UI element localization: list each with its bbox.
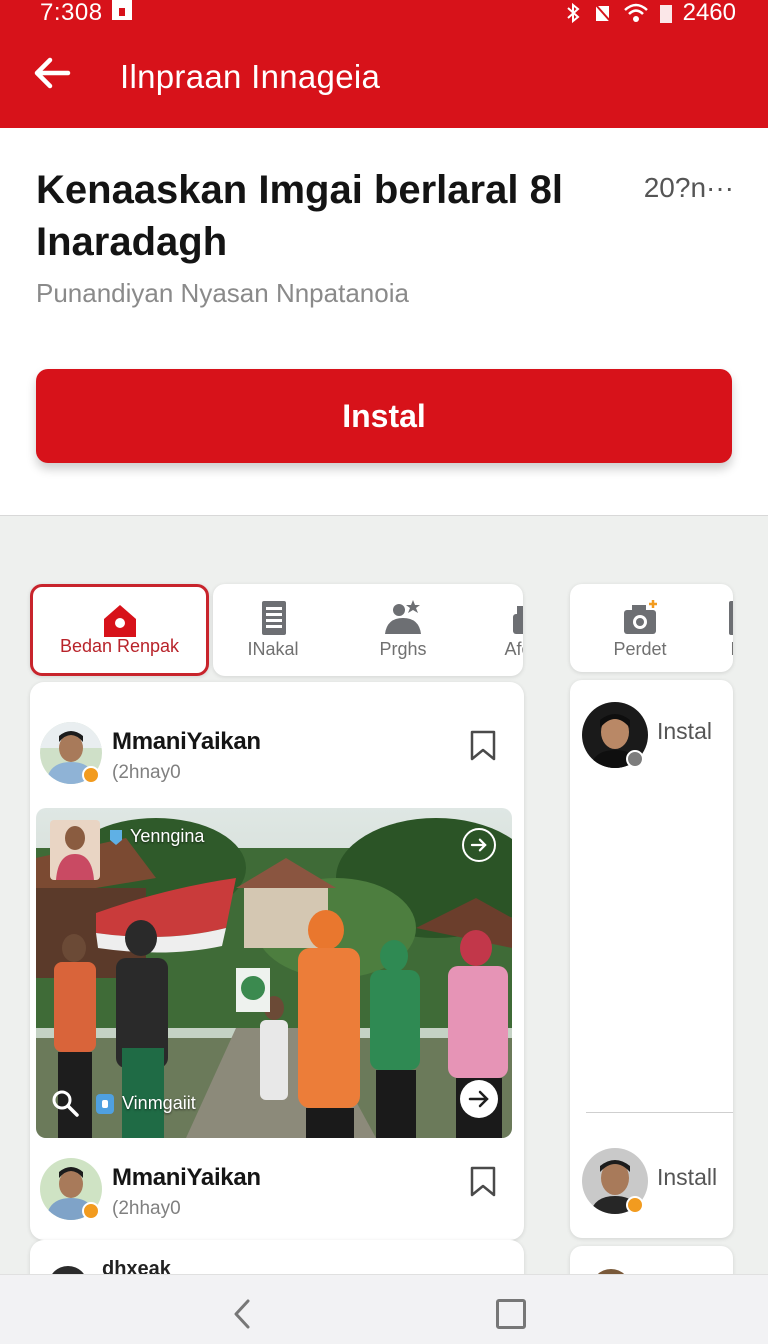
tab-label: Prghs: [379, 639, 427, 659]
system-nav-bar: [0, 1274, 768, 1344]
tab-bedan-renpak[interactable]: Bedan Renpak: [30, 584, 209, 676]
image-tag-top[interactable]: Yenngina: [108, 826, 204, 847]
status-time: 7:308: [40, 0, 103, 26]
camera-icon: [624, 600, 657, 634]
header-meta[interactable]: 20?n···: [644, 172, 734, 204]
nav-recents-icon[interactable]: [496, 1299, 526, 1329]
install-button[interactable]: Instal: [36, 369, 732, 463]
post-author: MmaniYaikan: [112, 728, 261, 755]
group-photo: [36, 808, 512, 1138]
home-icon: [103, 605, 136, 637]
tab-label: Afen: [504, 639, 523, 659]
arrow-right-icon[interactable]: [462, 828, 496, 862]
notification-icon: [112, 0, 132, 20]
app-header-card: Kenaaskan Imgai berlaral 8l Inaradagh 20…: [0, 128, 768, 516]
mute-icon: [593, 3, 612, 23]
post-author: MmaniYaikan: [112, 1164, 261, 1191]
image-tag-top-label: Yenngina: [130, 826, 205, 846]
side-item-label: Install: [657, 1164, 718, 1190]
bookmark-icon[interactable]: [468, 730, 498, 762]
verified-badge-icon: [82, 766, 100, 784]
status-battery: 2460: [682, 0, 736, 26]
tab-inakal[interactable]: INakal: [213, 584, 333, 676]
tab-label: INakal: [247, 639, 299, 659]
tab-mi[interactable]: Mi: [680, 584, 733, 672]
lock-icon: [96, 1094, 114, 1114]
status-badge-icon: [626, 1196, 644, 1214]
page-subtitle: Punandiyan Nyasan Nnpatanoia: [36, 278, 409, 308]
status-badge-icon: [626, 750, 644, 768]
app-bar: 7:308 2460 Ilnpraan Innageia: [0, 0, 768, 128]
feed-card: MmaniYaikan (2hnay0 Yenngina Vinmgaiit M…: [30, 682, 524, 1240]
side-item-label: Instal: [657, 718, 712, 744]
post-image[interactable]: Yenngina Vinmgaiit: [36, 808, 512, 1138]
search-icon[interactable]: [50, 1088, 80, 1118]
nav-back-icon[interactable]: [228, 1297, 258, 1331]
status-bar: 7:308 2460: [0, 0, 768, 26]
battery-icon: [659, 5, 672, 23]
tab-group: INakal Prghs Afen: [213, 584, 523, 676]
post-time: (2hhay0: [112, 1198, 181, 1219]
page-title: Kenaaskan Imgai berlaral 8l Inaradagh: [36, 168, 563, 264]
verified-badge-icon: [82, 1202, 100, 1220]
tab-prghs[interactable]: Prghs: [343, 584, 463, 676]
divider: [586, 1112, 733, 1113]
people-icon: [385, 600, 421, 634]
bookmark-icon[interactable]: [468, 1166, 498, 1198]
status-icons: 2460: [563, 0, 736, 27]
tab-label: Bedan Renpak: [59, 636, 180, 656]
side-item-install[interactable]: Install: [582, 1148, 732, 1218]
post-header: MmaniYaikan (2hnay0: [40, 722, 514, 792]
tab-label: Mi: [680, 639, 734, 660]
image-tag-bottom-label: Vinmgaiit: [122, 1092, 196, 1113]
user-icon: [513, 606, 523, 634]
document-icon: [262, 601, 286, 635]
tab-afen[interactable]: Afen: [463, 584, 523, 676]
tab-bar: Bedan Renpak INakal Prghs Af: [30, 584, 524, 676]
side-feed-card: Instal Install: [570, 680, 733, 1238]
arrow-right-circle-icon[interactable]: [460, 1080, 498, 1118]
bluetooth-icon: [566, 2, 580, 24]
side-tab-bar: Perdet Mi: [570, 584, 733, 672]
document-icon: [729, 601, 733, 635]
app-bar-title: Ilnpraan Innageia: [120, 58, 381, 95]
back-arrow-icon[interactable]: [30, 50, 76, 96]
side-item-install[interactable]: Instal: [582, 702, 732, 772]
tag-icon: [110, 829, 122, 845]
post-time: (2hnay0: [112, 762, 181, 783]
post-header: MmaniYaikan (2hhay0: [40, 1158, 514, 1228]
image-tag-bottom[interactable]: Vinmgaiit: [94, 1090, 196, 1116]
wifi-icon: [623, 3, 648, 22]
